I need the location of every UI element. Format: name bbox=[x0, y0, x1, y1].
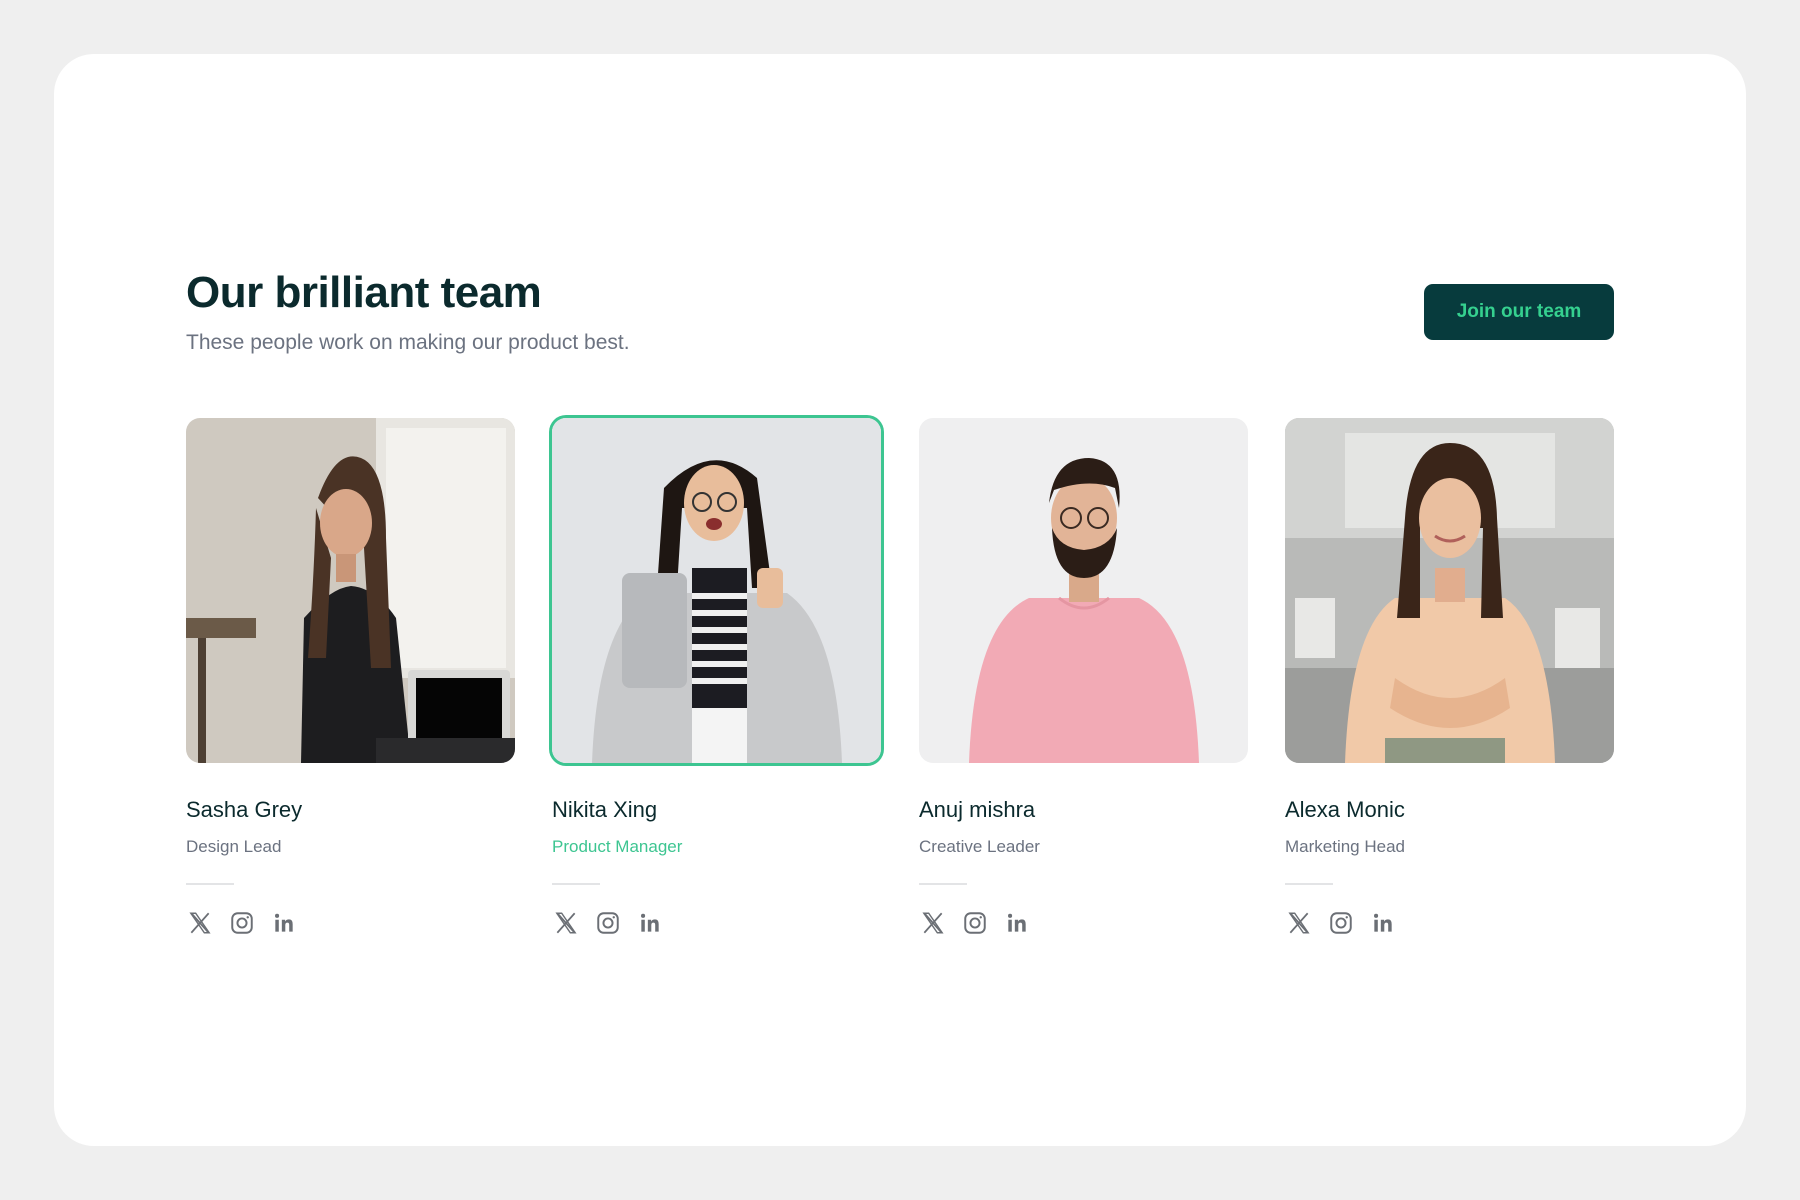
section-subtitle: These people work on making our product … bbox=[186, 331, 630, 354]
member-photo bbox=[1285, 418, 1614, 763]
social-links bbox=[186, 909, 515, 937]
divider bbox=[552, 883, 600, 885]
member-name: Nikita Xing bbox=[552, 797, 658, 822]
linkedin-icon[interactable] bbox=[636, 909, 664, 937]
linkedin-icon[interactable] bbox=[1003, 909, 1031, 937]
member-photo bbox=[186, 418, 515, 763]
member-name: Sasha Grey bbox=[186, 797, 303, 822]
x-icon[interactable] bbox=[1285, 909, 1313, 937]
member-photo bbox=[919, 418, 1248, 763]
instagram-icon[interactable] bbox=[594, 909, 622, 937]
join-our-team-button[interactable]: Join our team bbox=[1424, 284, 1614, 340]
team-member-card[interactable]: Nikita Xing Product Manager bbox=[552, 418, 881, 937]
divider bbox=[1285, 883, 1333, 885]
instagram-icon[interactable] bbox=[1327, 909, 1355, 937]
team-member-card[interactable]: Alexa Monic Marketing Head bbox=[1285, 418, 1614, 937]
linkedin-icon[interactable] bbox=[270, 909, 298, 937]
divider bbox=[919, 883, 967, 885]
member-role: Design Lead bbox=[186, 837, 282, 856]
team-member-card[interactable]: Anuj mishra Creative Leader bbox=[919, 418, 1248, 937]
team-member-card[interactable]: Sasha Grey Design Lead bbox=[186, 418, 515, 937]
member-role: Product Manager bbox=[552, 837, 683, 856]
section-title: Our brilliant team bbox=[186, 268, 542, 317]
instagram-icon[interactable] bbox=[228, 909, 256, 937]
member-role: Creative Leader bbox=[919, 837, 1040, 856]
member-name: Anuj mishra bbox=[919, 797, 1036, 822]
member-photo bbox=[552, 418, 881, 763]
social-links bbox=[552, 909, 881, 937]
social-links bbox=[1285, 909, 1614, 937]
social-links bbox=[919, 909, 1248, 937]
x-icon[interactable] bbox=[186, 909, 214, 937]
instagram-icon[interactable] bbox=[961, 909, 989, 937]
member-role: Marketing Head bbox=[1285, 837, 1406, 856]
x-icon[interactable] bbox=[552, 909, 580, 937]
linkedin-icon[interactable] bbox=[1369, 909, 1397, 937]
member-name: Alexa Monic bbox=[1285, 797, 1405, 822]
divider bbox=[186, 883, 234, 885]
x-icon[interactable] bbox=[919, 909, 947, 937]
